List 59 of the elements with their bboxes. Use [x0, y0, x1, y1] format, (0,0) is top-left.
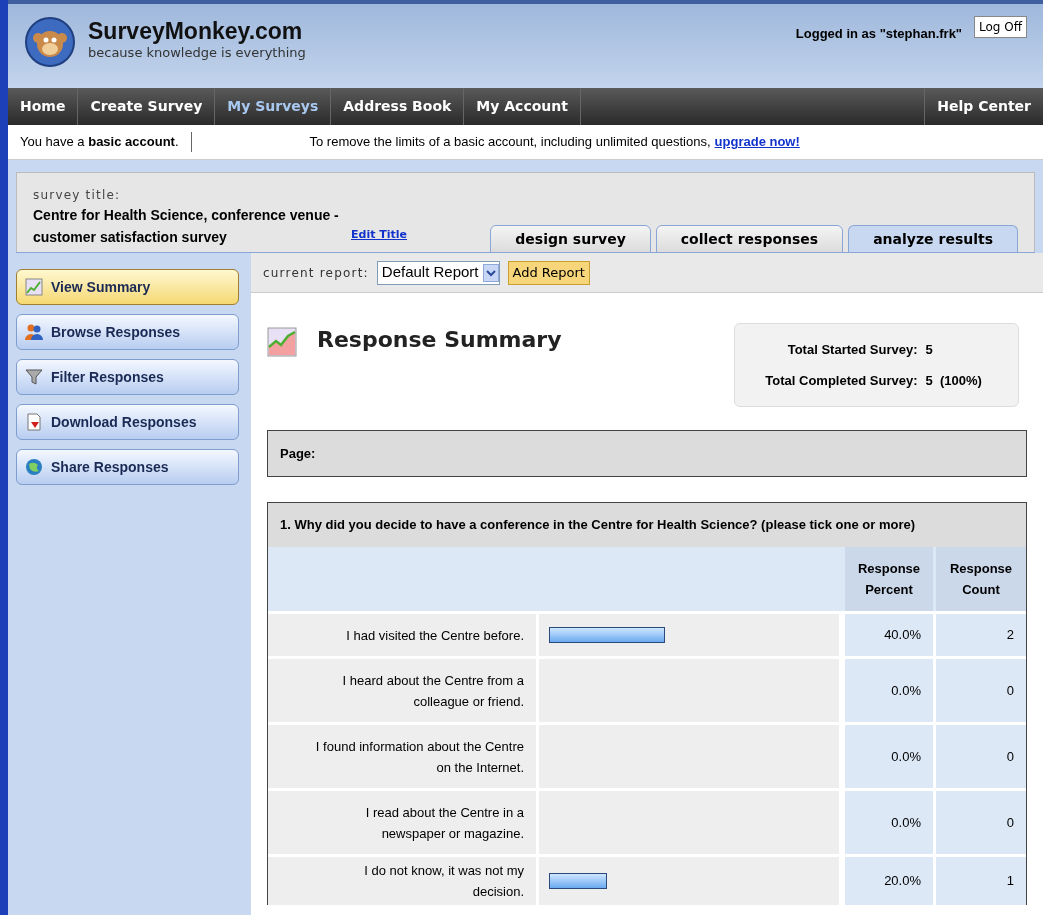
logged-in-text: Logged in as "stephan.frk"	[795, 25, 963, 43]
sidebar-item[interactable]: Filter Responses	[16, 359, 239, 395]
percent-text: 0.0%	[891, 813, 921, 832]
document-icon	[25, 413, 43, 431]
answer-text: I do not know, it was not my decision.	[363, 862, 524, 901]
tagline: because knowledge is everything	[88, 44, 306, 62]
report-select[interactable]: Default Report	[376, 260, 500, 285]
chart-icon	[25, 278, 43, 296]
nav-link[interactable]: Home	[8, 88, 79, 125]
column-header: Response Count	[936, 547, 1026, 611]
current-report-label: current report:	[263, 264, 369, 282]
globe-icon	[25, 458, 43, 476]
add-report-button[interactable]: Add Report	[507, 260, 590, 285]
sidebar-item[interactable]: Download Responses	[16, 404, 239, 440]
stat-value: 5 (100%)	[925, 372, 983, 390]
line-chart-icon	[267, 327, 297, 357]
answer-text: I read about the Centre in a newspaper or magazine.	[364, 803, 524, 843]
stat-value: 5	[925, 340, 934, 359]
percent-text: 0.0%	[891, 747, 921, 766]
response-bar	[549, 873, 607, 889]
sidebar-item[interactable]: Share Responses	[16, 449, 239, 485]
question-text: 1. Why did you decide to have a conference in the Centre for Health Science? (please tick one or more)	[280, 516, 915, 535]
stat-label: Total Started Survey:	[786, 340, 918, 359]
upgrade-link[interactable]: upgrade now!	[714, 132, 800, 152]
percent-text: 20.0%	[884, 872, 921, 891]
percent-text: 0.0%	[891, 681, 921, 700]
people-icon	[25, 323, 43, 341]
funnel-icon	[25, 368, 43, 386]
answer-text: I heard about the Centre from a colleague or friend.	[341, 671, 524, 711]
nav-link[interactable]: My Surveys	[215, 88, 332, 125]
sidebar-item[interactable]: View Summary	[16, 269, 239, 305]
count-text: 0	[1006, 681, 1014, 700]
tab[interactable]: analyze results	[848, 225, 1018, 253]
survey-title-label: survey title:	[33, 187, 122, 204]
tab[interactable]: design survey	[490, 225, 651, 253]
help-center-link[interactable]: Help Center	[924, 88, 1043, 125]
count-text: 2	[1006, 626, 1014, 645]
page-label: Page:	[280, 444, 316, 463]
monkey-logo-icon	[24, 16, 76, 68]
nav-link[interactable]: Address Book	[331, 88, 465, 125]
answer-text: I found information about the Centre on the Internet.	[314, 737, 524, 777]
count-text: 0	[1006, 813, 1014, 832]
nav-link[interactable]: My Account	[464, 88, 581, 125]
tab[interactable]: collect responses	[655, 225, 844, 253]
sidebar-item[interactable]: Browse Responses	[16, 314, 239, 350]
account-notice: You have a basic account.	[8, 132, 192, 152]
log-off-button[interactable]: Log Off	[974, 16, 1027, 38]
upgrade-message: To remove the limits of a basic account, including unlimited questions,	[309, 133, 711, 152]
site-name: SurveyMonkey.com	[88, 20, 304, 43]
survey-title: Centre for Health Science, conference venue - customer satisfaction survey	[33, 206, 340, 247]
percent-text: 40.0%	[884, 626, 921, 645]
stat-label: Total Completed Survey:	[764, 372, 918, 390]
count-text: 0	[1006, 747, 1014, 766]
count-text: 1	[1006, 872, 1014, 891]
answer-text: I had visited the Centre before.	[345, 626, 524, 645]
nav-link[interactable]: Create Survey	[78, 88, 216, 125]
column-header: Response Percent	[845, 547, 933, 611]
response-summary-title: Response Summary	[317, 326, 562, 354]
edit-title-link[interactable]: Edit Title	[351, 224, 407, 246]
